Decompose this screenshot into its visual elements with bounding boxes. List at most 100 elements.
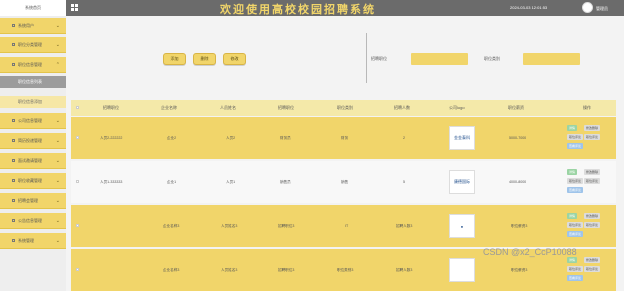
review-button[interactable]: 查看评论 (567, 231, 584, 237)
chevron-down-icon: ⌄ (55, 41, 60, 48)
job-category-filter-label: 职位类别 (484, 56, 500, 61)
list-icon (12, 219, 15, 222)
cell-salary: 4000-8000 (509, 180, 527, 184)
table-row[interactable]: 企业名称3 人员姓名3 招聘职位3 IT 招聘人数3 ● 职位薪资3 详情 修改… (71, 205, 616, 247)
apply-button[interactable]: 职位评论 (567, 134, 584, 140)
logo-text: 康德国际 (454, 179, 470, 184)
col-logo: 公司logo (449, 105, 465, 110)
chevron-down-icon: ⌄ (55, 137, 60, 144)
divider (366, 33, 367, 83)
sidebar-subitem-job-list[interactable]: 职位信息列表 (0, 76, 66, 88)
view-button[interactable]: 详情 (567, 169, 578, 175)
job-title-filter-label: 招聘职位 (371, 56, 387, 61)
comment-button[interactable]: 职位评论 (584, 178, 601, 184)
row-checkbox[interactable] (76, 180, 79, 183)
sidebar-item-companies[interactable]: 公司信息管理 ⌄ (0, 113, 66, 129)
cell-category: 财务 (341, 136, 349, 140)
col-title: 招聘职位 (103, 105, 119, 110)
chevron-up-icon: ⌃ (55, 61, 60, 68)
cell-count: 5 (403, 180, 405, 184)
row-checkbox[interactable] (76, 224, 79, 227)
cell-person: 人员1 (226, 180, 236, 184)
cell-company: 企业名称3 (163, 224, 180, 228)
logo-text: 系统首页 (25, 5, 41, 10)
apply-button[interactable]: 职位评论 (567, 178, 584, 184)
cell-company: 企业名称3 (163, 268, 180, 272)
edit-delete-button[interactable]: 修改删除 (584, 169, 601, 175)
watermark: CSDN @x2_CcP10088 (483, 247, 577, 257)
edit-delete-button[interactable]: 修改删除 (584, 257, 601, 263)
comment-button[interactable]: 职位评论 (584, 222, 601, 228)
sidebar-subitem-job-add[interactable]: 职位信息添加 (0, 96, 66, 108)
company-logo: 金金泰科 (449, 126, 475, 150)
sidebar-item-system[interactable]: 系统管理 ⌄ (0, 233, 66, 249)
sidebar-item-favorites[interactable]: 职位收藏管理 ⌄ (0, 173, 66, 189)
cell-title: 人员2-222222 (100, 136, 123, 140)
cell-position: 销售员 (280, 180, 291, 184)
review-button[interactable]: 查看评论 (567, 187, 584, 193)
edit-delete-button[interactable]: 修改删除 (584, 125, 601, 131)
list-icon (12, 43, 15, 46)
logo-placeholder-icon: ● (460, 223, 464, 229)
comment-button[interactable]: 职位评论 (584, 266, 601, 272)
col-company: 企业名称 (161, 105, 177, 110)
list-icon (12, 139, 15, 142)
chevron-down-icon: ⌄ (55, 197, 60, 204)
cell-company: 企业1 (167, 180, 177, 184)
review-button[interactable]: 查看评论 (567, 275, 584, 281)
cell-salary: 5000-7000 (509, 136, 527, 140)
sidebar-item-categories[interactable]: 职位分类管理 ⌄ (0, 37, 66, 53)
job-title-filter-input[interactable] (411, 53, 468, 65)
chevron-down-icon: ⌄ (55, 177, 60, 184)
sidebar-item-fairs[interactable]: 招聘会管理 ⌄ (0, 193, 66, 209)
row-checkbox[interactable] (76, 268, 79, 271)
add-button[interactable]: 添加 (163, 53, 186, 65)
cell-person: 人员2 (226, 136, 236, 140)
cell-salary: 职位薪资3 (511, 268, 528, 272)
view-button[interactable]: 详情 (567, 213, 578, 219)
sidebar-item-resumes[interactable]: 简历投递管理 ⌄ (0, 133, 66, 149)
sidebar-item-interviews[interactable]: 面试邀请管理 ⌄ (0, 153, 66, 169)
list-icon (12, 119, 15, 122)
sidebar-item-users[interactable]: 系统用户 ⌄ (0, 18, 66, 34)
table-row[interactable]: 人员1-333333 企业1 人员1 销售员 销售 5 康德国际 4000-80… (71, 161, 616, 203)
comment-button[interactable]: 职位评论 (584, 134, 601, 140)
avatar[interactable] (582, 2, 593, 13)
username[interactable]: 管理员 (596, 6, 608, 12)
table-row[interactable]: 人员2-222222 企业2 人员2 财务员 财务 2 金金泰科 5000-70… (71, 117, 616, 159)
sidebar-item-notices[interactable]: 公告信息管理 ⌄ (0, 213, 66, 229)
company-logo: ● (449, 214, 475, 238)
cell-position: 招聘职位3 (278, 268, 295, 272)
edit-delete-button[interactable]: 修改删除 (584, 213, 601, 219)
gear-icon (12, 239, 15, 242)
view-button[interactable]: 详情 (567, 257, 578, 263)
cell-count: 招聘人数3 (396, 224, 413, 228)
cell-company: 企业2 (167, 136, 177, 140)
edit-button[interactable]: 修改 (223, 53, 246, 65)
col-person: 人员姓名 (220, 105, 236, 110)
cell-category: 销售 (341, 180, 349, 184)
company-logo: 康德国际 (449, 170, 475, 194)
view-button[interactable]: 详情 (567, 125, 578, 131)
menu-grid-icon[interactable] (71, 4, 78, 11)
chevron-down-icon: ⌄ (55, 117, 60, 124)
cell-person: 人员姓名3 (221, 224, 238, 228)
cell-position: 财务员 (280, 136, 291, 140)
chevron-down-icon: ⌄ (55, 157, 60, 164)
sidebar: 系统用户 ⌄ 职位分类管理 ⌄ 职位信息管理 ⌃ 职位信息列表 职位信息添加 公司信息… (0, 16, 66, 291)
cell-title: 人员1-333333 (100, 180, 123, 184)
logo-area[interactable]: 系统首页 (0, 0, 66, 16)
datetime: 2024-03-03 12:01:53 (510, 5, 548, 10)
cell-count: 2 (403, 136, 405, 140)
job-category-filter-input[interactable] (523, 53, 580, 65)
apply-button[interactable]: 职位评论 (567, 266, 584, 272)
list-icon (12, 63, 15, 66)
chevron-down-icon: ⌄ (55, 22, 60, 29)
review-button[interactable]: 查看评论 (567, 143, 584, 149)
apply-button[interactable]: 职位评论 (567, 222, 584, 228)
list-icon (12, 179, 15, 182)
row-checkbox[interactable] (76, 136, 79, 139)
sidebar-item-jobs[interactable]: 职位信息管理 ⌃ (0, 57, 66, 73)
select-all-checkbox[interactable] (76, 106, 79, 109)
delete-button[interactable]: 删除 (193, 53, 216, 65)
